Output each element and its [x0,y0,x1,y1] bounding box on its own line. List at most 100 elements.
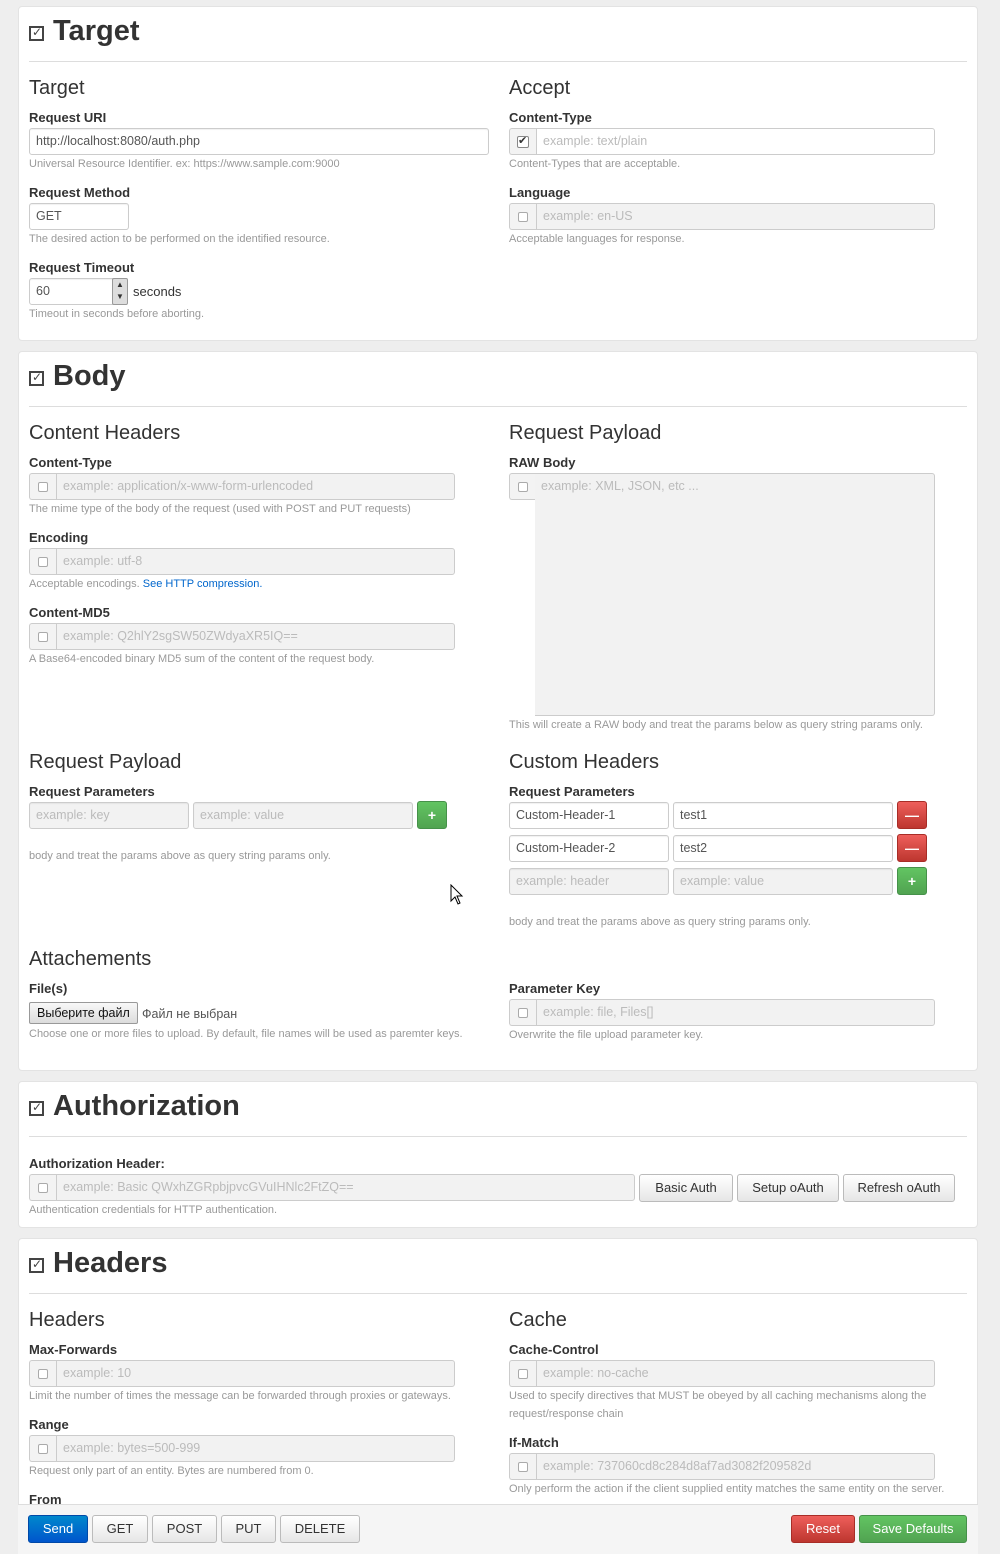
enable-checkbox[interactable] [509,1360,536,1387]
get-button[interactable]: GET [92,1515,148,1543]
remove-header-button[interactable]: — [897,834,927,862]
custom-header-value-input[interactable]: test1 [673,802,893,829]
authorization-input[interactable]: example: Basic QWxhZGRpbjpvcGVuIHNlc2FtZ… [56,1174,635,1201]
enable-checkbox[interactable] [509,203,536,230]
refresh-oauth-button[interactable]: Refresh oAuth [843,1174,955,1202]
section-heading: Accept [509,77,571,99]
raw-body-label: RAW Body [509,455,576,470]
language-label: Language [509,185,571,200]
timeout-unit: seconds [133,284,182,299]
request-timeout-input[interactable]: 60 [29,278,119,305]
content-type-label: Content-Type [509,110,592,125]
enable-checkbox[interactable] [29,623,56,650]
stepper-up-icon[interactable]: ▲ [113,279,127,291]
help-text: Authentication credentials for HTTP auth… [29,1204,278,1216]
save-defaults-button[interactable]: Save Defaults [859,1515,967,1543]
add-header-button[interactable]: + [897,867,927,895]
enable-checkbox[interactable] [29,548,56,575]
action-toolbar: Send GET POST PUT DELETE Reset Save Defa… [18,1504,978,1554]
encoding-input[interactable]: example: utf-8 [56,548,455,575]
enable-checkbox[interactable] [509,1453,536,1480]
file-status: Файл не выбран [142,1007,238,1021]
section-heading: Content Headers [29,422,181,444]
authorization-panel-header[interactable]: Authorization [29,1090,240,1123]
new-header-key-input[interactable]: example: header [509,868,669,895]
add-param-button[interactable]: + [417,801,447,829]
divider [29,61,967,62]
request-method-input[interactable]: GET [29,203,129,230]
new-header-value-input[interactable]: example: value [673,868,893,895]
raw-body-textarea[interactable]: example: XML, JSON, etc ... [535,473,935,716]
authorization-group: example: Basic QWxhZGRpbjpvcGVuIHNlc2FtZ… [29,1174,635,1201]
request-uri-label: Request URI [29,110,107,125]
if-match-input[interactable]: example: 737060cd8c284d8af7ad3082f209582… [536,1453,935,1480]
param-key-input[interactable]: example: key [29,802,189,829]
custom-header-value-input[interactable]: test2 [673,835,893,862]
content-type-label: Content-Type [29,455,112,470]
delete-button[interactable]: DELETE [280,1515,360,1543]
collapse-toggle-icon[interactable] [29,26,44,41]
http-compression-link[interactable]: See HTTP compression. [143,578,263,590]
target-panel: Target Target Request URI http://localho… [18,6,978,341]
if-match-label: If-Match [509,1435,559,1450]
body-content-type-input[interactable]: example: application/x-www-form-urlencod… [56,473,455,500]
accept-content-type-group: example: text/plain [509,128,935,155]
request-uri-input[interactable]: http://localhost:8080/auth.php [29,128,489,155]
help-text: The mime type of the body of the request… [29,503,411,515]
panel-title: Body [53,360,126,392]
body-panel-header[interactable]: Body [29,360,126,393]
body-panel: Body Content Headers Content-Type exampl… [18,351,978,1071]
post-button[interactable]: POST [152,1515,217,1543]
enable-checkbox[interactable] [29,1360,56,1387]
help-text: The desired action to be performed on th… [29,233,330,245]
language-input[interactable]: example: en-US [536,203,935,230]
stepper-down-icon[interactable]: ▼ [113,291,127,303]
reset-button[interactable]: Reset [791,1515,855,1543]
parameter-key-group: example: file, Files[] [509,999,935,1026]
collapse-toggle-icon[interactable] [29,1101,44,1116]
put-button[interactable]: PUT [221,1515,276,1543]
headers-panel-header[interactable]: Headers [29,1247,167,1280]
basic-auth-button[interactable]: Basic Auth [639,1174,733,1202]
help-text: Choose one or more files to upload. By d… [29,1028,463,1040]
encoding-group: example: utf-8 [29,548,455,575]
choose-file-button[interactable]: Выберите файл [29,1002,138,1024]
custom-header-key-input[interactable]: Custom-Header-1 [509,802,669,829]
target-panel-header[interactable]: Target [29,15,139,48]
timeout-stepper[interactable]: ▲ ▼ [112,278,128,305]
content-md5-input[interactable]: example: Q2hlY2sgSW50ZWdyaXR5IQ== [56,623,455,650]
help-text: Overwrite the file upload parameter key. [509,1029,704,1041]
max-forwards-input[interactable]: example: 10 [56,1360,455,1387]
param-value-input[interactable]: example: value [193,802,413,829]
setup-oauth-button[interactable]: Setup oAuth [737,1174,839,1202]
help-text: Acceptable encodings. See HTTP compressi… [29,575,262,593]
help-text: body and treat the params above as query… [29,850,331,862]
send-button[interactable]: Send [28,1515,88,1543]
collapse-toggle-icon[interactable] [29,1258,44,1273]
mouse-cursor-icon [450,884,464,905]
help-text: Used to specify directives that MUST be … [509,1390,927,1420]
range-input[interactable]: example: bytes=500-999 [56,1435,455,1462]
enable-checkbox[interactable] [509,999,536,1026]
panel-title: Target [53,15,140,47]
section-heading: Target [29,77,85,99]
help-text: Content-Types that are acceptable. [509,158,681,170]
help-text: This will create a RAW body and treat th… [509,719,923,731]
custom-header-key-input[interactable]: Custom-Header-2 [509,835,669,862]
help-text: Only perform the action if the client su… [509,1483,945,1495]
section-heading: Attachements [29,948,152,970]
remove-header-button[interactable]: — [897,801,927,829]
accept-content-type-input[interactable]: example: text/plain [536,128,935,155]
panel-title: Authorization [53,1090,240,1122]
help-text: Acceptable languages for response. [509,233,685,245]
enable-checkbox[interactable] [509,128,536,155]
enable-checkbox[interactable] [509,473,536,500]
enable-checkbox[interactable] [29,473,56,500]
enable-checkbox[interactable] [29,1174,56,1201]
collapse-toggle-icon[interactable] [29,371,44,386]
parameter-key-input[interactable]: example: file, Files[] [536,999,935,1026]
cache-control-input[interactable]: example: no-cache [536,1360,935,1387]
help-text: Request only part of an entity. Bytes ar… [29,1465,314,1477]
enable-checkbox[interactable] [29,1435,56,1462]
range-group: example: bytes=500-999 [29,1435,455,1462]
